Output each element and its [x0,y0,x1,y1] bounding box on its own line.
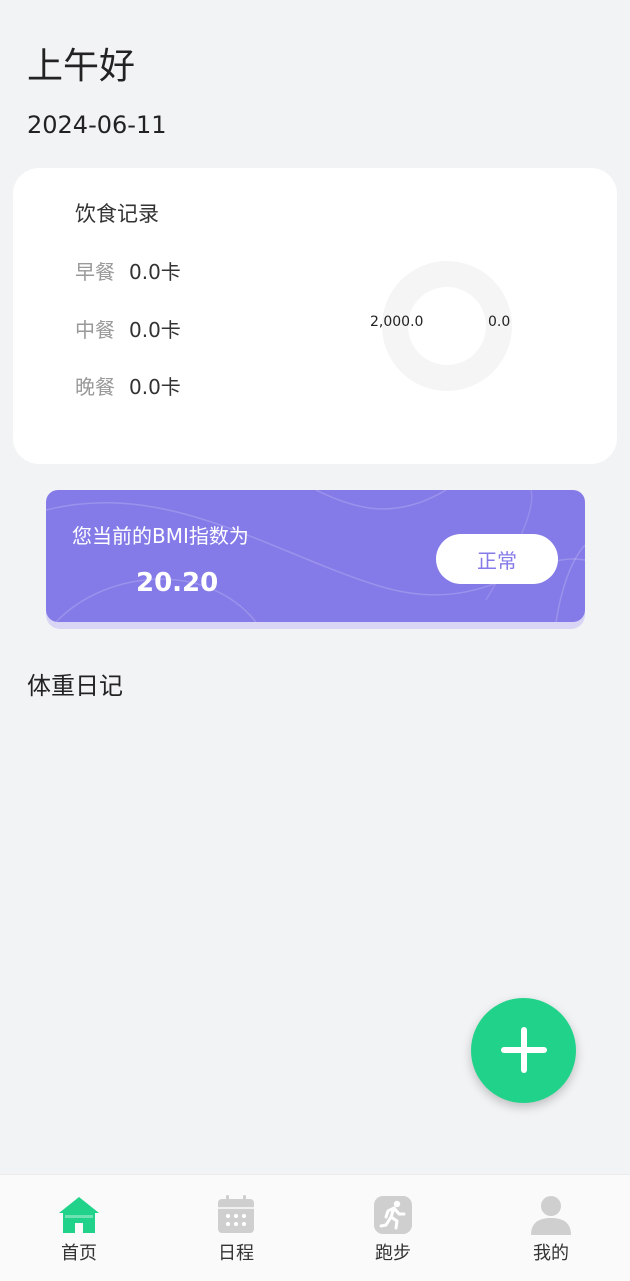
tab-label: 日程 [218,1243,254,1264]
tab-mine[interactable]: 我的 [496,1175,606,1281]
bmi-value: 20.20 [136,568,219,598]
meal-calories: 0.0卡 [129,318,181,342]
tab-label: 跑步 [375,1243,411,1264]
diet-record-title: 饮食记录 [75,202,159,226]
add-record-button[interactable] [471,998,576,1103]
tab-label: 首页 [61,1243,97,1264]
home-icon [59,1197,99,1233]
tab-schedule[interactable]: 日程 [181,1175,291,1281]
meal-row-lunch: 中餐 0.0卡 [75,314,181,343]
meal-label: 早餐 [75,260,115,284]
current-date: 2024-06-11 [27,111,167,139]
bmi-card[interactable]: 您当前的BMI指数为 20.20 正常 [46,490,585,622]
weight-diary-title: 体重日记 [27,672,123,700]
tab-home[interactable]: 首页 [24,1175,134,1281]
ring-target-value: 2,000.0 [370,314,424,330]
meal-calories: 0.0卡 [129,375,181,399]
meal-row-breakfast: 早餐 0.0卡 [75,256,181,285]
meal-row-dinner: 晚餐 0.0卡 [75,371,181,400]
tab-label: 我的 [533,1243,569,1264]
bmi-label: 您当前的BMI指数为 [72,524,249,548]
running-icon [374,1196,412,1234]
meal-label: 晚餐 [75,375,115,399]
user-icon [531,1196,571,1235]
greeting-title: 上午好 [27,46,136,87]
calendar-icon [218,1195,254,1233]
ring-consumed-value: 0.0 [488,314,511,330]
diet-record-card[interactable]: 饮食记录 早餐 0.0卡 中餐 0.0卡 晚餐 0.0卡 2,000.0 0.0 [13,168,617,464]
plus-icon [501,1027,547,1073]
tab-running[interactable]: 跑步 [338,1175,448,1281]
meal-label: 中餐 [75,318,115,342]
meal-calories: 0.0卡 [129,260,181,284]
bottom-tab-bar: 首页 日程 跑步 我的 [0,1174,630,1281]
bmi-status-button[interactable]: 正常 [436,534,558,584]
